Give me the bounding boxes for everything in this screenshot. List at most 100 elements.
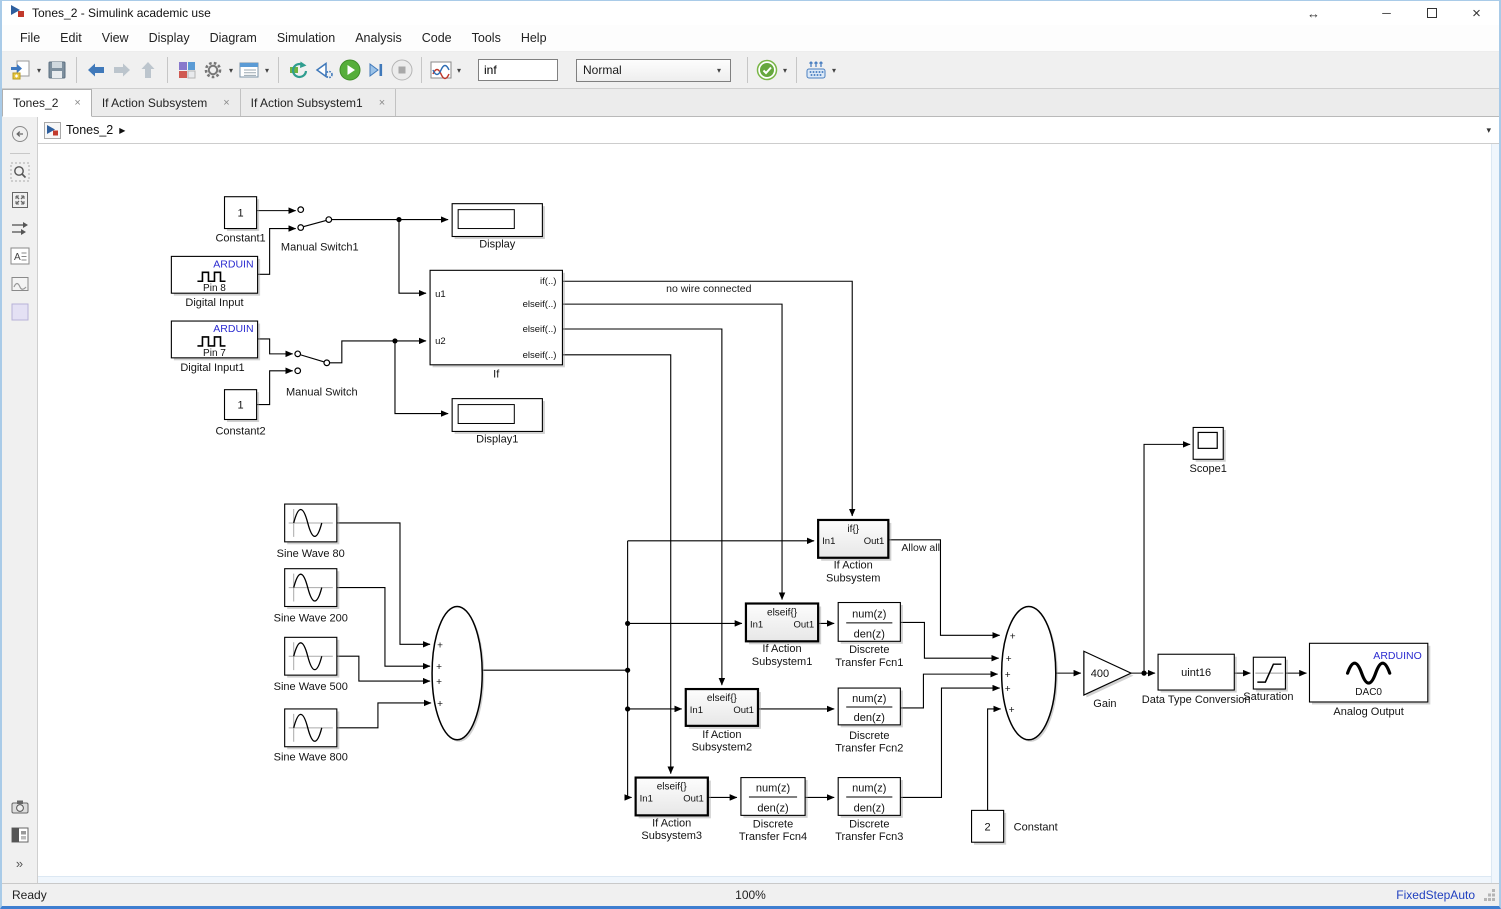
block-digital-input1[interactable]: ARDUIN Pin 7 Digital Input1	[171, 321, 260, 374]
wire-branch-to-scope1[interactable]	[1144, 444, 1190, 673]
fit-to-view-icon[interactable]	[8, 188, 32, 212]
simulation-data-display-caret[interactable]: ▾	[454, 66, 464, 75]
area-box-icon[interactable]	[8, 300, 32, 324]
wire-if-out1-to-ias[interactable]	[562, 281, 852, 516]
new-model-button[interactable]	[8, 57, 34, 83]
wire-dtf3-to-sum2[interactable]	[900, 688, 999, 797]
block-gain[interactable]: 400 Gain	[1084, 651, 1134, 710]
block-discrete-transfer-fcn2[interactable]: num(z) den(z) Discrete Transfer Fcn2	[835, 688, 903, 755]
simulation-data-display-button[interactable]	[428, 57, 454, 83]
menu-edit[interactable]: Edit	[50, 25, 92, 51]
model-configuration-caret[interactable]: ▾	[262, 66, 272, 75]
block-add-left[interactable]: + + + +	[432, 606, 484, 741]
wire-sine800-to-sum[interactable]	[337, 703, 431, 728]
back-button[interactable]	[83, 57, 109, 83]
simulation-mode-select[interactable]: Normal ▾	[576, 59, 731, 82]
menu-analysis[interactable]: Analysis	[345, 25, 412, 51]
menu-display[interactable]: Display	[139, 25, 200, 51]
block-sine-wave-800[interactable]: Sine Wave 800	[274, 709, 348, 764]
forward-button[interactable]	[109, 57, 135, 83]
block-digital-input[interactable]: ARDUIN Pin 8 Digital Input	[171, 256, 260, 309]
block-analog-output[interactable]: ARDUINO DAC0 Analog Output	[1309, 643, 1430, 718]
wire-dtf2-to-sum2[interactable]	[900, 674, 997, 708]
block-discrete-transfer-fcn4[interactable]: num(z) den(z) Discrete Transfer Fcn4	[739, 778, 808, 844]
new-model-caret[interactable]: ▾	[34, 66, 44, 75]
block-display[interactable]: Display	[452, 204, 545, 251]
wire-switch1-to-if-u1[interactable]	[399, 220, 426, 294]
block-add-right[interactable]: + + + + +	[1002, 606, 1058, 741]
menu-help[interactable]: Help	[511, 25, 557, 51]
block-if-action-subsystem2[interactable]: elseif{} In1 Out1 If Action Subsystem2	[686, 689, 761, 754]
route-lines-icon[interactable]	[8, 216, 32, 240]
model-settings-gear-icon[interactable]	[200, 57, 226, 83]
tab-close-icon[interactable]: ×	[74, 97, 80, 109]
block-scope1[interactable]: Scope1	[1190, 427, 1227, 475]
status-solver[interactable]: FixedStepAuto	[1396, 888, 1475, 902]
model-advisor-caret[interactable]: ▾	[780, 66, 790, 75]
block-constant2[interactable]: 1 Constant2	[215, 390, 265, 438]
menu-tools[interactable]: Tools	[462, 25, 511, 51]
block-discrete-transfer-fcn3[interactable]: num(z) den(z) Discrete Transfer Fcn3	[835, 778, 903, 844]
block-discrete-transfer-fcn1[interactable]: num(z) den(z) Discrete Transfer Fcn1	[835, 603, 903, 670]
stop-time-input[interactable]	[478, 59, 558, 81]
image-icon[interactable]	[8, 272, 32, 296]
block-if[interactable]: u1 u2 if(..) elseif(..) elseif(..) elsei…	[430, 270, 565, 380]
annotation-allow-all[interactable]: Allow all	[901, 543, 940, 554]
wire-sine200-to-sum[interactable]	[337, 588, 430, 667]
wire-if-out3-to-ias2[interactable]	[562, 329, 721, 685]
block-manual-switch[interactable]: Manual Switch	[286, 351, 358, 399]
tab-close-icon[interactable]: ×	[223, 97, 229, 109]
wire-constant-to-sum2[interactable]	[988, 709, 1001, 810]
block-constant[interactable]: 2 Constant	[972, 810, 1058, 844]
menu-diagram[interactable]: Diagram	[200, 25, 267, 51]
library-browser-button[interactable]	[174, 57, 200, 83]
screenshot-camera-icon[interactable]	[8, 795, 32, 819]
window-resize-icon[interactable]: ↔	[1291, 1, 1336, 25]
minimize-button[interactable]: ─	[1364, 1, 1409, 25]
block-sine-wave-80[interactable]: Sine Wave 80	[277, 504, 345, 560]
block-constant1[interactable]: 1 Constant1	[215, 197, 265, 245]
wire-switch-to-if-u2[interactable]	[329, 341, 426, 363]
block-display1[interactable]: Display1	[452, 399, 545, 446]
menu-file[interactable]: File	[10, 25, 50, 51]
vertical-scrollbar[interactable]	[1491, 144, 1499, 883]
breadcrumb-model-name[interactable]: Tones_2	[66, 123, 113, 137]
tab-tones-2[interactable]: Tones_2 ×	[2, 89, 92, 117]
hide-browser-arrow-icon[interactable]	[8, 122, 32, 146]
tab-if-action-subsystem[interactable]: If Action Subsystem ×	[92, 89, 241, 116]
external-mode-keyboard-button[interactable]	[803, 57, 829, 83]
tab-close-icon[interactable]: ×	[379, 97, 385, 109]
up-button[interactable]	[135, 57, 161, 83]
block-saturation[interactable]: Saturation	[1243, 657, 1293, 703]
menu-code[interactable]: Code	[412, 25, 462, 51]
block-manual-switch1[interactable]: Manual Switch1	[281, 207, 359, 254]
wire-if-out2-to-ias1[interactable]	[562, 304, 782, 599]
breadcrumb-arrow-icon[interactable]: ▶	[119, 126, 125, 135]
wire-ias-out-to-sum2[interactable]	[888, 540, 999, 635]
breadcrumb-expand-caret[interactable]: ▾	[1486, 125, 1491, 136]
wire-pin7-to-switch[interactable]	[258, 339, 293, 354]
model-configuration-button[interactable]	[236, 57, 262, 83]
block-if-action-subsystem1[interactable]: elseif{} In1 Out1 If Action Subsystem1	[746, 604, 821, 669]
wire-dtf1-to-sum2[interactable]	[900, 622, 998, 658]
annotation-no-wire-connected[interactable]: no wire connected	[666, 284, 751, 295]
maximize-button[interactable]	[1409, 1, 1454, 25]
step-forward-button[interactable]	[363, 57, 389, 83]
annotation-icon[interactable]: A	[8, 244, 32, 268]
signal-wires[interactable]	[257, 211, 1307, 811]
menu-simulation[interactable]: Simulation	[267, 25, 345, 51]
model-advisor-check-button[interactable]	[754, 57, 780, 83]
external-mode-caret[interactable]: ▾	[829, 66, 839, 75]
block-sine-wave-500[interactable]: Sine Wave 500	[274, 637, 348, 693]
menu-view[interactable]: View	[92, 25, 139, 51]
block-sine-wave-200[interactable]: Sine Wave 200	[274, 569, 348, 625]
wire-if-out4-to-ias3[interactable]	[562, 355, 670, 774]
block-data-type-conversion[interactable]: uint16 Data Type Conversion	[1142, 654, 1251, 706]
stop-button[interactable]	[389, 57, 415, 83]
model-settings-caret[interactable]: ▾	[226, 66, 236, 75]
save-button[interactable]	[44, 57, 70, 83]
run-button[interactable]	[337, 57, 363, 83]
wire-sine80-to-sum[interactable]	[337, 523, 430, 644]
tab-if-action-subsystem1[interactable]: If Action Subsystem1 ×	[241, 89, 397, 116]
block-if-action-subsystem3[interactable]: elseif{} In1 Out1 If Action Subsystem3	[636, 778, 711, 843]
